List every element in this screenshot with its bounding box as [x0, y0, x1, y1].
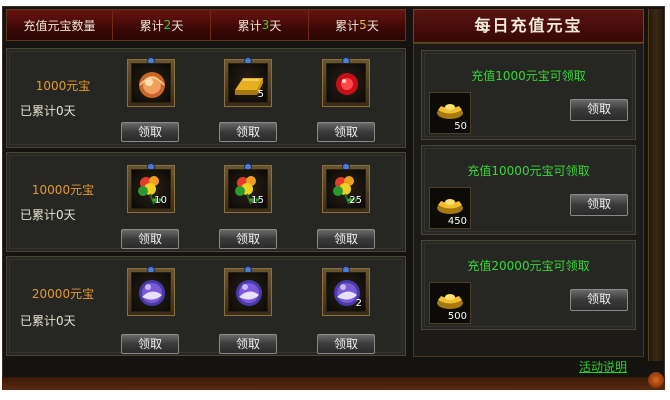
claim-button[interactable]: 领取 — [121, 334, 179, 354]
reward-item-slot[interactable]: 25 — [322, 163, 370, 213]
reward-row-1000: 1000元宝 已累计0天 5 领取 领取 领取 — [6, 48, 406, 148]
claim-button[interactable]: 领取 — [317, 334, 375, 354]
header-day-3: 累计 3 天 — [211, 10, 309, 40]
item-count: 5 — [257, 89, 264, 100]
header-day-5-num: 5 — [359, 18, 367, 32]
row-days: 已累计0天 — [20, 314, 76, 328]
reward-item-slot[interactable]: 10 — [127, 163, 175, 213]
row-days: 已累计0天 — [20, 104, 76, 118]
table-header: 充值元宝数量 累计 2 天 累计 3 天 累计 5 天 — [6, 9, 406, 41]
amber-orb-icon — [139, 72, 165, 98]
row-days: 已累计0天 — [20, 208, 76, 222]
decorative-side-border — [648, 9, 663, 361]
red-pill-icon — [336, 73, 358, 95]
ingot-count: 450 — [447, 216, 467, 227]
claim-button[interactable]: 领取 — [219, 122, 277, 142]
header-day-3-prefix: 累计 — [237, 18, 262, 33]
row-amount: 20000元宝 — [31, 287, 95, 301]
claim-button[interactable]: 领取 — [317, 122, 375, 142]
header-day-2-suffix: 天 — [171, 18, 184, 33]
reward-row-10000: 10000元宝 已累计0天 10 15 25 领取 领取 领取 — [6, 152, 406, 252]
claim-button[interactable]: 领取 — [121, 122, 179, 142]
gold-ingot-slot[interactable]: 500 — [429, 282, 471, 324]
gold-ingot-slot[interactable]: 50 — [429, 92, 471, 134]
row-amount: 1000元宝 — [35, 79, 91, 93]
item-count: 25 — [349, 195, 362, 206]
row-amount: 10000元宝 — [31, 183, 95, 197]
claim-button[interactable]: 领取 — [570, 99, 628, 121]
purple-orb-icon — [139, 280, 165, 306]
ingot-count: 50 — [454, 121, 467, 132]
header-day-2-num: 2 — [163, 18, 172, 32]
daily-reward-box: 充值20000元宝可领取 500 领取 — [421, 240, 636, 330]
reward-item-slot[interactable] — [127, 266, 175, 316]
header-day-5-suffix: 天 — [366, 18, 379, 33]
claim-button[interactable]: 领取 — [570, 194, 628, 216]
claim-button[interactable]: 领取 — [219, 229, 277, 249]
item-count: 10 — [154, 195, 167, 206]
bottom-border — [2, 377, 665, 390]
reward-row-20000: 20000元宝 已累计0天 2 领取 领取 领取 — [6, 256, 406, 356]
reward-item-slot[interactable] — [127, 57, 175, 107]
gold-ingot-slot[interactable]: 450 — [429, 187, 471, 229]
header-day-3-suffix: 天 — [269, 18, 282, 33]
header-day-2-prefix: 累计 — [139, 18, 164, 33]
reward-item-slot[interactable] — [322, 57, 370, 107]
header-day-2: 累计 2 天 — [113, 10, 211, 40]
claim-button[interactable]: 领取 — [121, 229, 179, 249]
item-count: 2 — [355, 298, 362, 309]
header-day-3-num: 3 — [261, 18, 270, 32]
daily-reward-text: 充值10000元宝可领取 — [467, 164, 590, 178]
header-amount: 充值元宝数量 — [7, 10, 113, 40]
reward-item-slot[interactable]: 15 — [224, 163, 272, 213]
ingot-count: 500 — [447, 311, 467, 322]
header-day-5: 累计 5 天 — [309, 10, 405, 40]
reward-item-slot[interactable]: 5 — [224, 57, 272, 107]
daily-reward-text: 充值1000元宝可领取 — [471, 69, 586, 83]
purple-orb-icon — [236, 280, 262, 306]
item-count: 15 — [251, 195, 264, 206]
header-day-5-prefix: 累计 — [335, 18, 360, 33]
reward-item-slot[interactable] — [224, 266, 272, 316]
claim-button[interactable]: 领取 — [219, 334, 277, 354]
daily-reward-text: 充值20000元宝可领取 — [467, 259, 590, 273]
header-amount-label: 充值元宝数量 — [23, 18, 96, 33]
claim-button[interactable]: 领取 — [570, 289, 628, 311]
reward-item-slot[interactable]: 2 — [322, 266, 370, 316]
daily-reward-box: 充值1000元宝可领取 50 领取 — [421, 50, 636, 140]
daily-reward-box: 充值10000元宝可领取 450 领取 — [421, 145, 636, 235]
event-rules-link[interactable]: 活动说明 — [579, 358, 627, 375]
claim-button[interactable]: 领取 — [317, 229, 375, 249]
daily-recharge-title: 每日充值元宝 — [413, 9, 644, 43]
corner-ornament-icon — [648, 372, 664, 388]
